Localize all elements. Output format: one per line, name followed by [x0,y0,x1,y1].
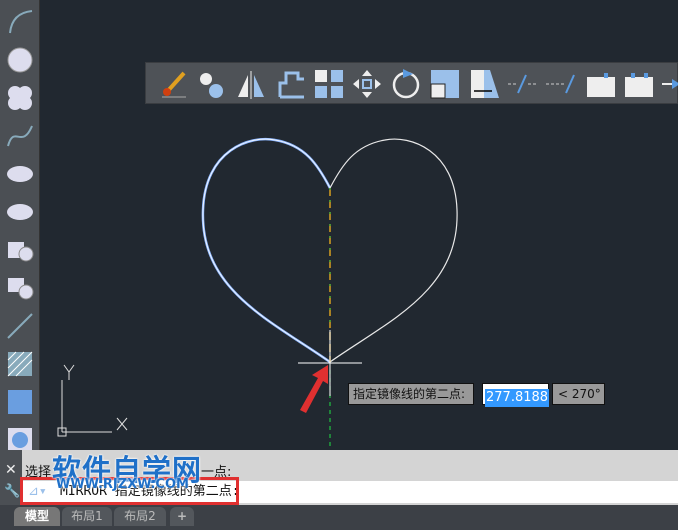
array-icon[interactable] [312,67,346,101]
offset-icon[interactable] [274,67,308,101]
wrench-icon[interactable]: 🔧 [4,484,20,499]
stretch-icon[interactable] [468,67,502,101]
ellipse-icon[interactable] [4,158,36,190]
insert-block-icon[interactable] [4,234,36,266]
dynamic-input-prompt: 指定镜像线的第二点: [348,383,474,405]
tab-model[interactable]: 模型 [14,507,60,526]
dynamic-input-angle[interactable]: < 270° [552,383,605,405]
mirror-icon[interactable] [234,67,268,101]
gradient-icon[interactable] [4,386,36,418]
draw-toolbar [0,0,40,452]
length-value[interactable]: 277.8188 [485,389,550,407]
revision-cloud-icon[interactable] [4,82,36,114]
make-block-icon[interactable] [4,272,36,304]
close-icon[interactable]: ✕ [5,462,17,478]
add-layout-button[interactable]: + [170,507,194,526]
mirrored-heart-half[interactable] [329,138,458,363]
arc-icon[interactable] [4,5,36,37]
copy-icon[interactable] [196,67,230,101]
extend-icon[interactable] [544,67,578,101]
selected-heart-half[interactable] [201,137,332,364]
match-properties-icon[interactable] [158,67,192,101]
scale-icon[interactable] [428,67,462,101]
point-icon[interactable] [4,310,36,342]
break-icon[interactable] [622,67,656,101]
tab-layout2[interactable]: 布局2 [114,507,166,526]
move-icon[interactable] [350,67,384,101]
watermark-url: WWW.RJZXW.COM [56,477,189,492]
spline-icon[interactable] [4,120,36,152]
trim-icon[interactable] [506,67,540,101]
ucs-icon [57,364,128,437]
more-icon[interactable] [660,67,678,101]
command-window-sidebar: ✕ 🔧 [0,450,22,505]
hatch-icon[interactable] [4,348,36,380]
rotate-icon[interactable] [389,67,423,101]
modify-toolbar [145,62,678,104]
red-arrow-icon [300,365,328,413]
layout-tabs: 模型 布局1 布局2 + [0,505,678,530]
ellipse-arc-icon[interactable] [4,196,36,228]
tab-layout1[interactable]: 布局1 [62,507,112,526]
circle-icon[interactable] [4,44,36,76]
dynamic-input-length[interactable]: 277.8188 [482,383,550,407]
break-at-point-icon[interactable] [584,67,618,101]
